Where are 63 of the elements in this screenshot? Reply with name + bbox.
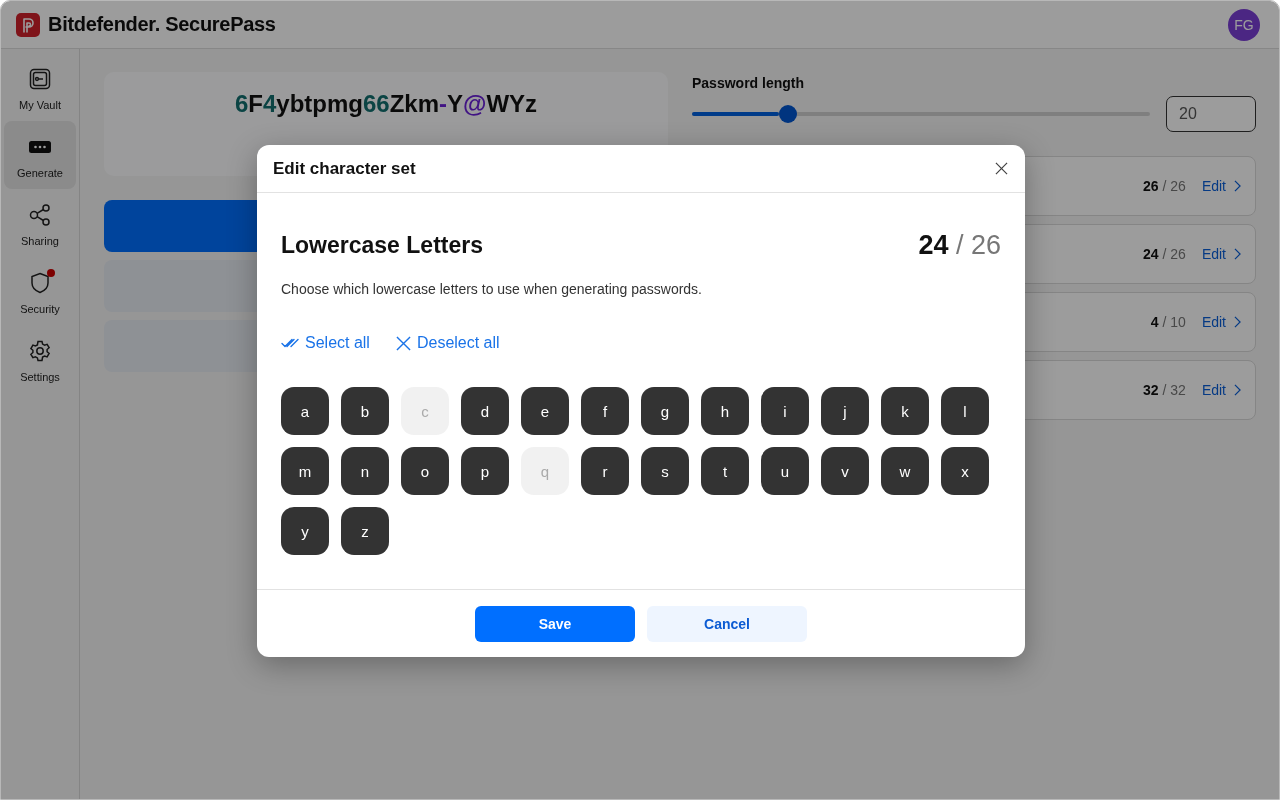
letter-toggle[interactable]: t bbox=[701, 447, 749, 495]
nav-item[interactable]: Generate bbox=[4, 121, 76, 189]
generated-password: 6F4ybtpmg66Zkm-Y@WYz bbox=[234, 89, 538, 119]
letter-toggle[interactable]: m bbox=[281, 447, 329, 495]
app-wordmark: Bitdefender. SecurePass bbox=[48, 13, 276, 36]
shield-icon bbox=[28, 271, 52, 295]
select-all-link[interactable]: Select all bbox=[281, 334, 370, 352]
selection-count: 32 / 32 bbox=[1143, 382, 1186, 398]
user-avatar[interactable]: FG bbox=[1228, 8, 1260, 41]
share-icon bbox=[28, 203, 52, 227]
letter-toggle[interactable]: p bbox=[461, 447, 509, 495]
letter-toggle[interactable]: g bbox=[641, 387, 689, 435]
letter-toggle[interactable]: s bbox=[641, 447, 689, 495]
settings-icon bbox=[28, 339, 52, 363]
letter-toggle[interactable]: v bbox=[821, 447, 869, 495]
section-heading: Lowercase Letters bbox=[281, 231, 483, 259]
letter-toggle[interactable]: e bbox=[521, 387, 569, 435]
letter-toggle[interactable]: k bbox=[881, 387, 929, 435]
letter-toggle[interactable]: w bbox=[881, 447, 929, 495]
letter-toggle[interactable]: f bbox=[581, 387, 629, 435]
nav-item[interactable]: Settings bbox=[4, 325, 76, 393]
letter-toggle[interactable]: z bbox=[341, 507, 389, 555]
edit-link[interactable]: Edit bbox=[1201, 178, 1241, 194]
save-button[interactable]: Save bbox=[475, 605, 635, 642]
chevron-right-icon bbox=[1234, 180, 1241, 192]
selection-count: 24 / 26 bbox=[1143, 246, 1186, 262]
close-icon bbox=[994, 162, 1008, 175]
nav-item[interactable]: My Vault bbox=[4, 53, 76, 121]
nav-item[interactable]: Security bbox=[4, 257, 76, 325]
letter-toggle[interactable]: d bbox=[461, 387, 509, 435]
chevron-right-icon bbox=[1234, 316, 1241, 328]
selection-count: 24 / 26 bbox=[918, 229, 1001, 261]
safe-icon bbox=[28, 67, 52, 91]
letter-toggle[interactable]: x bbox=[941, 447, 989, 495]
length-label: Password length bbox=[692, 74, 805, 93]
letter-toggle[interactable]: a bbox=[281, 387, 329, 435]
edit-link[interactable]: Edit bbox=[1201, 382, 1241, 398]
length-input[interactable]: 20 bbox=[1166, 96, 1256, 132]
selection-count: 4 / 10 bbox=[1150, 314, 1186, 330]
cancel-button[interactable]: Cancel bbox=[647, 605, 807, 642]
nav-item[interactable]: Sharing bbox=[4, 189, 76, 257]
double-check-icon bbox=[281, 337, 299, 349]
edit-link[interactable]: Edit bbox=[1201, 314, 1241, 330]
selection-count: 26 / 26 bbox=[1143, 178, 1186, 194]
letter-toggle[interactable]: o bbox=[401, 447, 449, 495]
letter-toggle[interactable]: l bbox=[941, 387, 989, 435]
letter-toggle[interactable]: u bbox=[761, 447, 809, 495]
letter-toggle[interactable]: n bbox=[341, 447, 389, 495]
chevron-right-icon bbox=[1234, 248, 1241, 260]
chevron-right-icon bbox=[1234, 384, 1241, 396]
letter-toggle[interactable]: b bbox=[341, 387, 389, 435]
letter-toggle[interactable]: y bbox=[281, 507, 329, 555]
letter-toggle[interactable]: r bbox=[581, 447, 629, 495]
deselect-all-link[interactable]: Deselect all bbox=[395, 334, 500, 352]
logo-icon bbox=[16, 12, 40, 37]
close-icon bbox=[395, 335, 411, 351]
letter-toggle[interactable]: i bbox=[761, 387, 809, 435]
letter-toggle[interactable]: h bbox=[701, 387, 749, 435]
letter-toggle[interactable]: j bbox=[821, 387, 869, 435]
description-text: Choose which lowercase letters to use when generating passwords. bbox=[281, 280, 702, 299]
dialog-title: Edit character set bbox=[273, 158, 416, 179]
slider-handle[interactable] bbox=[779, 105, 798, 123]
edit-link[interactable]: Edit bbox=[1201, 246, 1241, 262]
